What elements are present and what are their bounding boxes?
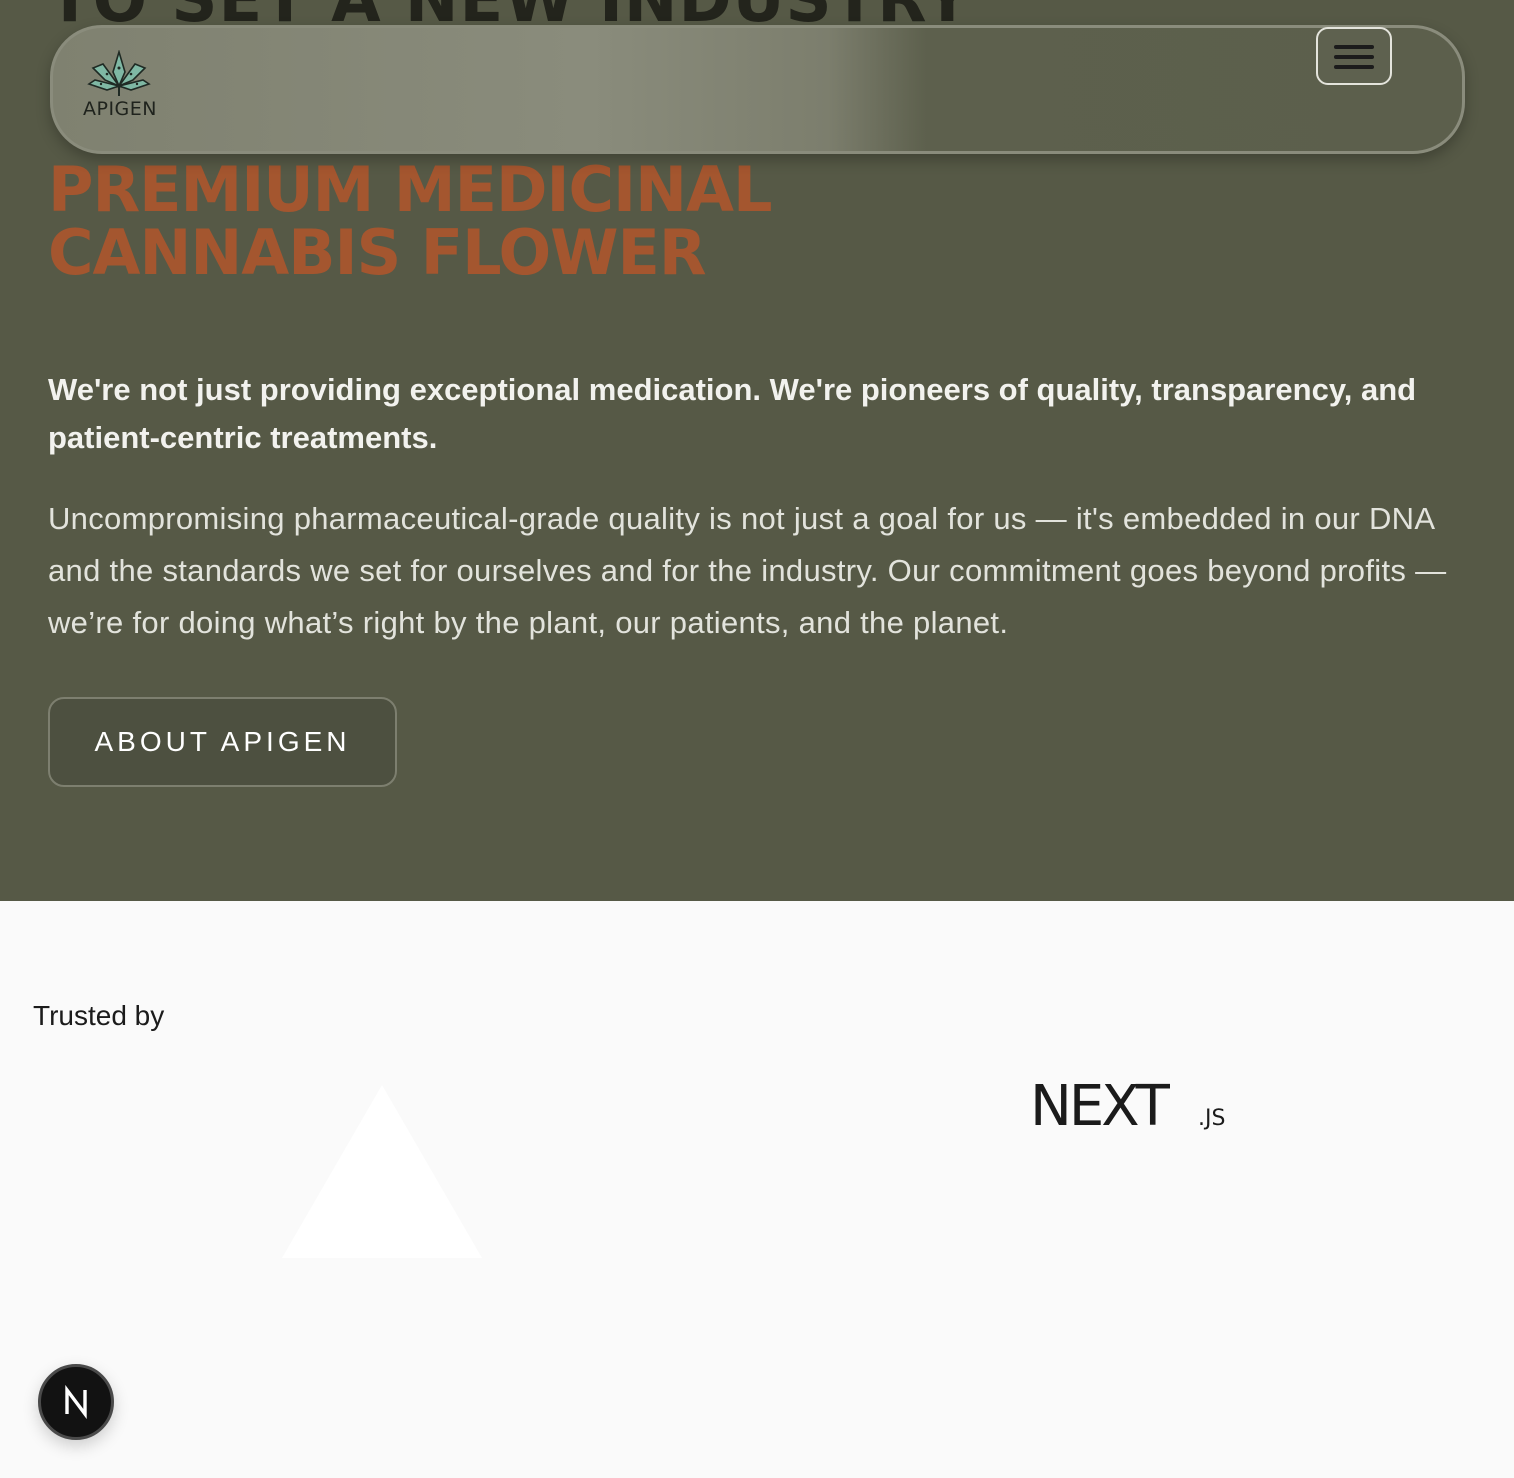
cannabis-leaf-icon — [87, 50, 151, 96]
hamburger-menu-button[interactable] — [1316, 27, 1392, 85]
nextjs-logo: NEXT .JS — [1030, 1082, 1225, 1130]
nextjs-logo-suffix: .JS — [1198, 1106, 1225, 1130]
about-apigen-button[interactable]: ABOUT APIGEN — [48, 697, 397, 787]
nextjs-dev-indicator-icon — [65, 1385, 87, 1419]
vercel-triangle-logo — [282, 1085, 482, 1258]
nextjs-dev-indicator-button[interactable] — [38, 1364, 114, 1440]
apigen-logo[interactable]: APIGEN — [83, 50, 163, 122]
trusted-by-label: Trusted by — [33, 1000, 165, 1031]
hero-title: PREMIUM MEDICINAL CANNABIS FLOWER — [48, 153, 772, 289]
navbar: APIGEN — [50, 25, 1465, 154]
nextjs-logo-text: NEXT — [1030, 1082, 1171, 1130]
logo-text: APIGEN — [83, 98, 157, 120]
hero-lead-text: We're not just providing exceptional med… — [48, 372, 1417, 455]
hero-title-line-2: CANNABIS FLOWER — [48, 216, 707, 289]
hero-title-line-1: PREMIUM MEDICINAL — [48, 153, 772, 226]
hero-body-text: Uncompromising pharmaceutical-grade qual… — [48, 501, 1447, 640]
